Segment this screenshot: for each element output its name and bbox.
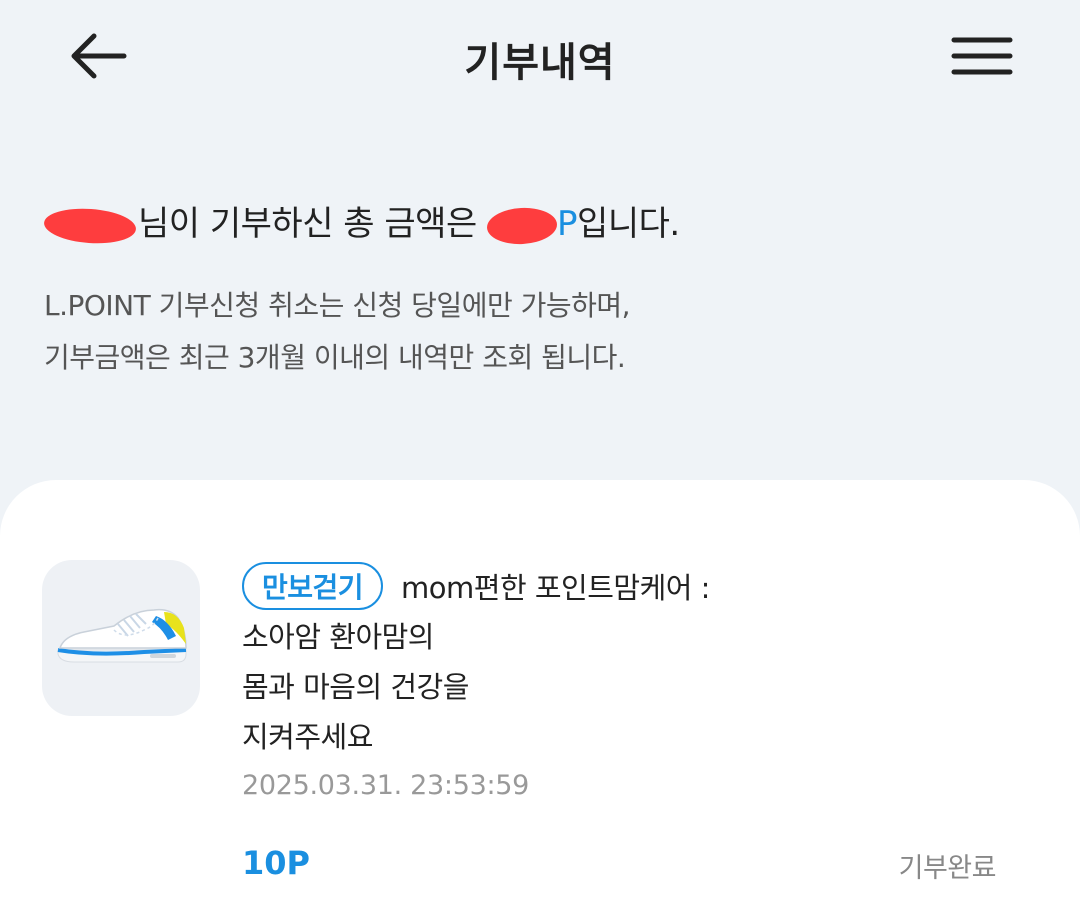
app-header: 기부내역 xyxy=(0,0,1080,112)
summary-text: 님이 기부하신 총 금액은 xyxy=(138,204,488,244)
donation-list-card: 만보걷기 mom편한 포인트맘케어 : 소아암 환아맘의 몸과 마음의 건강을 … xyxy=(0,480,1080,897)
notice-text: L.POINT 기부신청 취소는 신청 당일에만 가능하며, 기부금액은 최근 … xyxy=(44,280,631,384)
organization-name: mom편한 포인트맘케어 : xyxy=(401,571,710,605)
summary-text-end: 입니다. xyxy=(577,204,680,244)
description-line-2: 몸과 마음의 건강을 xyxy=(242,670,469,704)
donation-points: 10P xyxy=(242,844,310,882)
campaign-tag[interactable]: 만보걷기 xyxy=(242,562,384,610)
amount-unit: P xyxy=(557,204,578,244)
donation-summary: 님이 기부하신 총 금액은 P입니다. xyxy=(42,196,680,246)
menu-button[interactable] xyxy=(946,28,1018,84)
notice-line-2: 기부금액은 최근 3개월 이내의 내역만 조회 됩니다. xyxy=(44,341,626,374)
donation-status: 기부완료 xyxy=(898,853,997,884)
hamburger-menu-icon xyxy=(951,37,1013,75)
redacted-user-name xyxy=(42,205,138,246)
page-title: 기부내역 xyxy=(464,40,616,86)
donation-header-row: 만보걷기 mom편한 포인트맘케어 : xyxy=(242,560,1042,612)
donation-datetime: 2025.03.31. 23:53:59 xyxy=(242,770,530,801)
redacted-total-amount xyxy=(486,205,558,246)
description-line-3: 지켜주세요 xyxy=(242,720,373,754)
description-line-1: 소아암 환아맘의 xyxy=(242,620,434,654)
donation-history-page: 기부내역 님이 기부하신 총 금액은 P입니다. L.POINT 기부신청 취소… xyxy=(0,0,1080,897)
donation-description: 소아암 환아맘의 몸과 마음의 건강을 지켜주세요 xyxy=(242,612,1042,762)
donation-thumbnail xyxy=(42,560,200,716)
sneaker-icon xyxy=(57,608,187,663)
donation-info: 만보걷기 mom편한 포인트맘케어 : 소아암 환아맘의 몸과 마음의 건강을 … xyxy=(242,560,1042,801)
notice-line-1: L.POINT 기부신청 취소는 신청 당일에만 가능하며, xyxy=(44,289,631,322)
